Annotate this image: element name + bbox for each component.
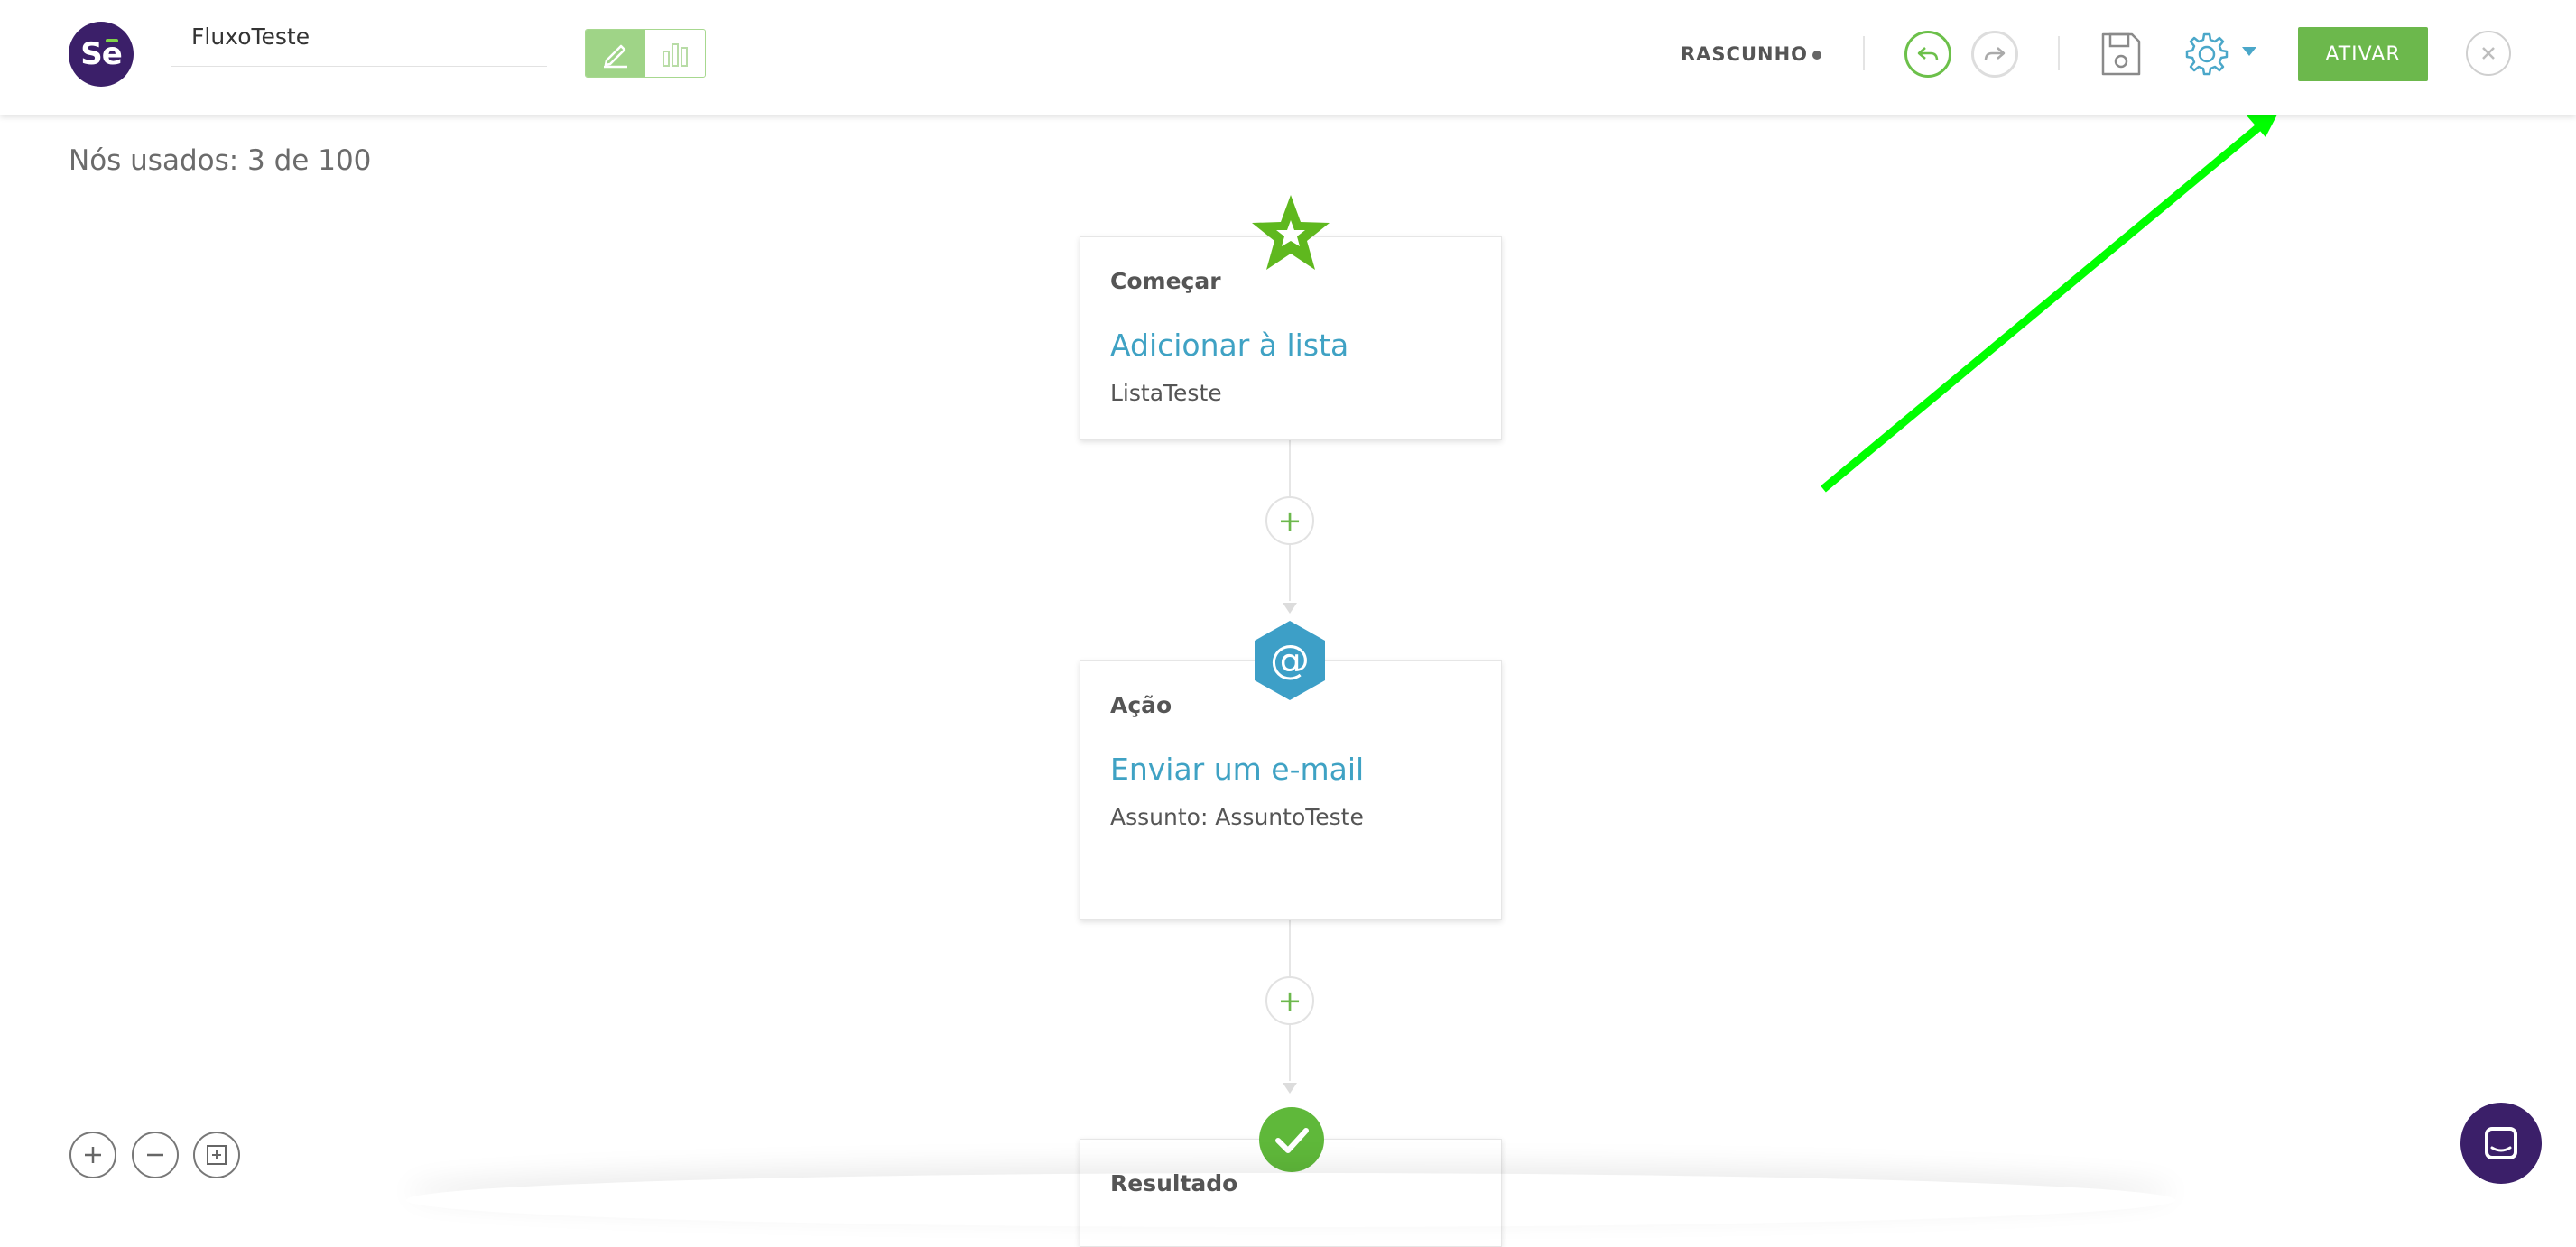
divider (1863, 36, 1865, 70)
connector-line (1289, 920, 1291, 976)
pencil-icon (604, 44, 627, 69)
divider (2058, 36, 2060, 70)
connector-arrow (1283, 603, 1297, 614)
status-dot (1812, 51, 1821, 60)
redo-icon (1984, 47, 2006, 61)
node-type-label: Começar (1110, 268, 1221, 294)
chat-widget-button[interactable] (2460, 1103, 2542, 1184)
fit-to-screen-button[interactable] (193, 1132, 240, 1178)
node-title[interactable]: Enviar um e-mail (1110, 752, 1364, 787)
fit-screen-icon (207, 1145, 227, 1165)
status-label: RASCUNHO (1681, 43, 1809, 65)
flow-name-input[interactable]: FluxoTeste (171, 20, 547, 67)
chat-icon (2485, 1127, 2517, 1159)
bar-chart-icon (663, 43, 688, 67)
node-detail: Assunto: AssuntoTeste (1110, 804, 1364, 830)
settings-dropdown-caret[interactable] (2242, 47, 2256, 56)
app-logo[interactable]: Se (69, 22, 134, 87)
top-bar: Se FluxoTeste RASCUNHO ATIVAR (0, 0, 2576, 115)
floppy-disk-icon (2101, 32, 2141, 76)
settings-button[interactable] (2182, 29, 2231, 79)
connector-line (1289, 440, 1291, 496)
close-icon (2482, 47, 2495, 60)
plus-icon (85, 1147, 101, 1163)
at-sign-icon: @ (1255, 621, 1325, 700)
checkmark-icon (1259, 1107, 1324, 1172)
minus-icon (147, 1153, 163, 1157)
zoom-out-button[interactable] (132, 1132, 179, 1178)
save-button[interactable] (2098, 29, 2145, 79)
connector-arrow (1283, 1083, 1297, 1094)
redo-button[interactable] (1971, 31, 2018, 78)
edit-mode-button[interactable] (586, 30, 645, 77)
mode-toggle (585, 29, 706, 78)
add-node-button[interactable]: + (1265, 496, 1314, 545)
add-node-button[interactable]: + (1265, 976, 1314, 1025)
nodes-used-counter: Nós usados: 3 de 100 (69, 144, 372, 177)
bottom-shadow (406, 1173, 2175, 1227)
node-detail: ListaTeste (1110, 380, 1222, 406)
node-title[interactable]: Adicionar à lista (1110, 328, 1348, 363)
svg-text:@: @ (1270, 637, 1310, 683)
report-mode-button[interactable] (645, 30, 705, 77)
connector-line (1289, 545, 1291, 601)
star-icon (1252, 195, 1330, 270)
node-type-label: Ação (1110, 692, 1172, 718)
logo-accent (106, 39, 118, 42)
undo-icon (1917, 47, 1939, 61)
zoom-in-button[interactable] (69, 1132, 116, 1178)
close-button[interactable] (2466, 31, 2511, 76)
gear-icon (2185, 32, 2229, 76)
connector-line (1289, 1025, 1291, 1081)
undo-button[interactable] (1904, 31, 1951, 78)
activate-button[interactable]: ATIVAR (2298, 27, 2428, 81)
